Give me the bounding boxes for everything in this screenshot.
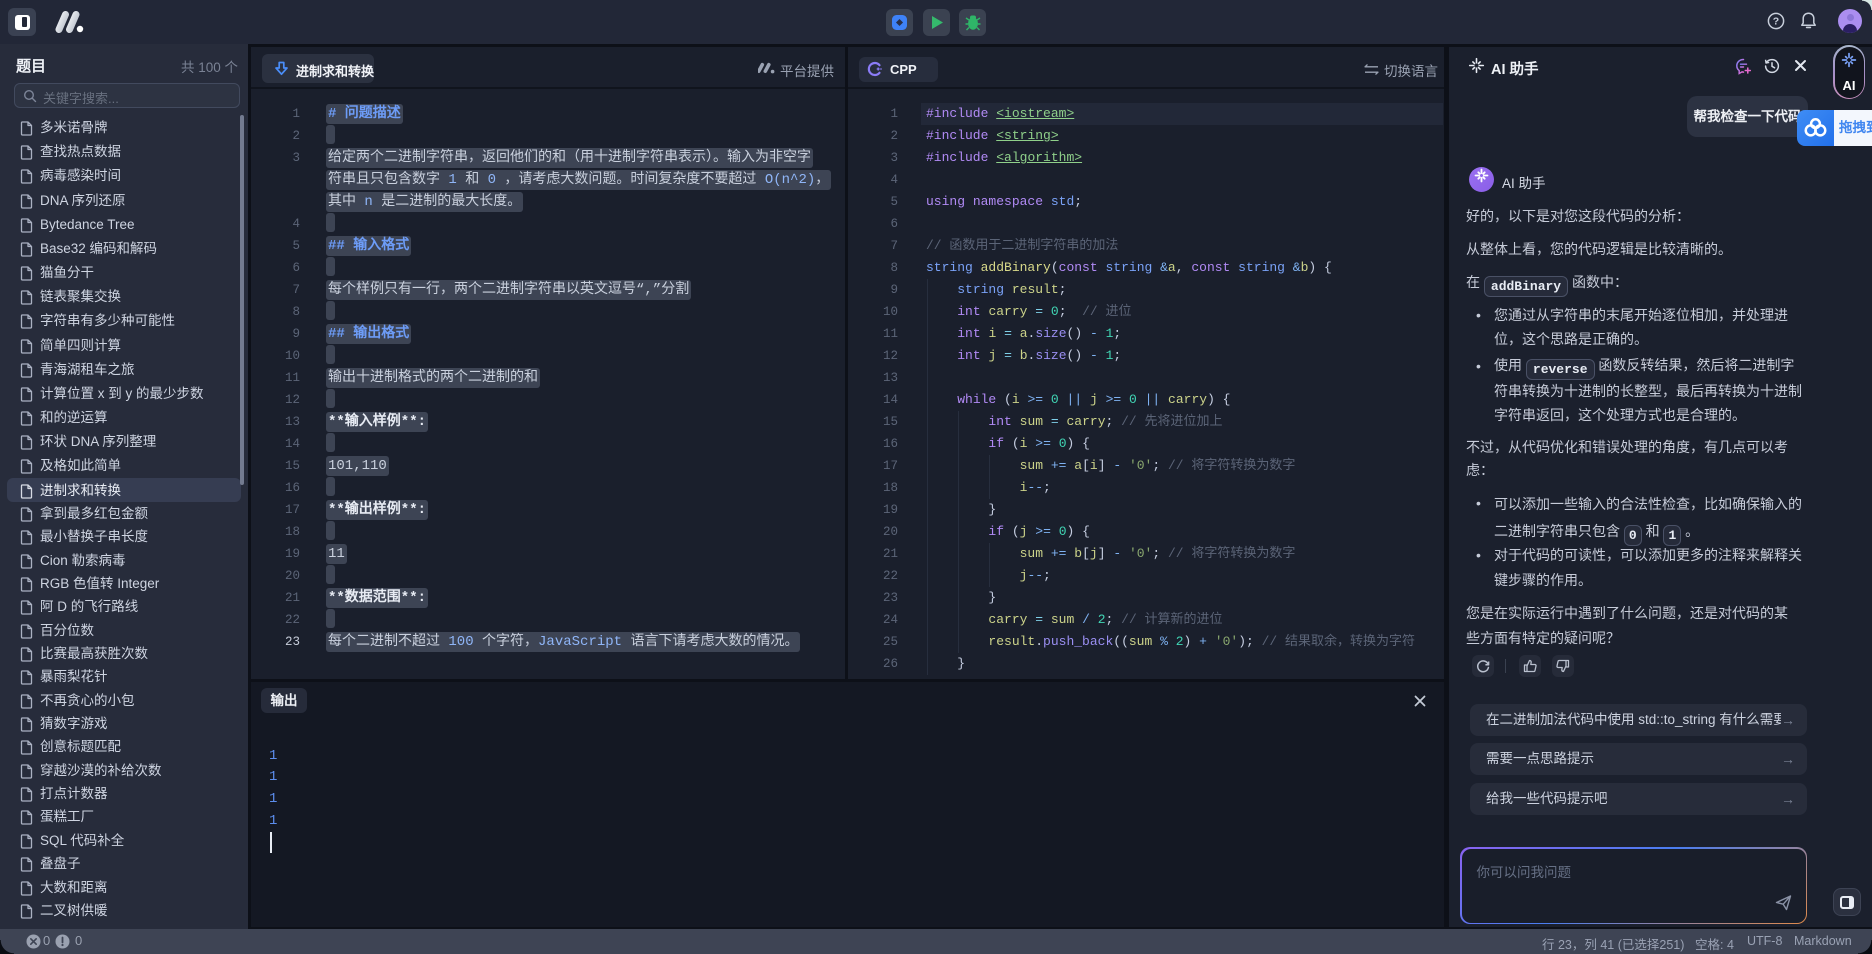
svg-text:?: ? [1773,16,1779,28]
